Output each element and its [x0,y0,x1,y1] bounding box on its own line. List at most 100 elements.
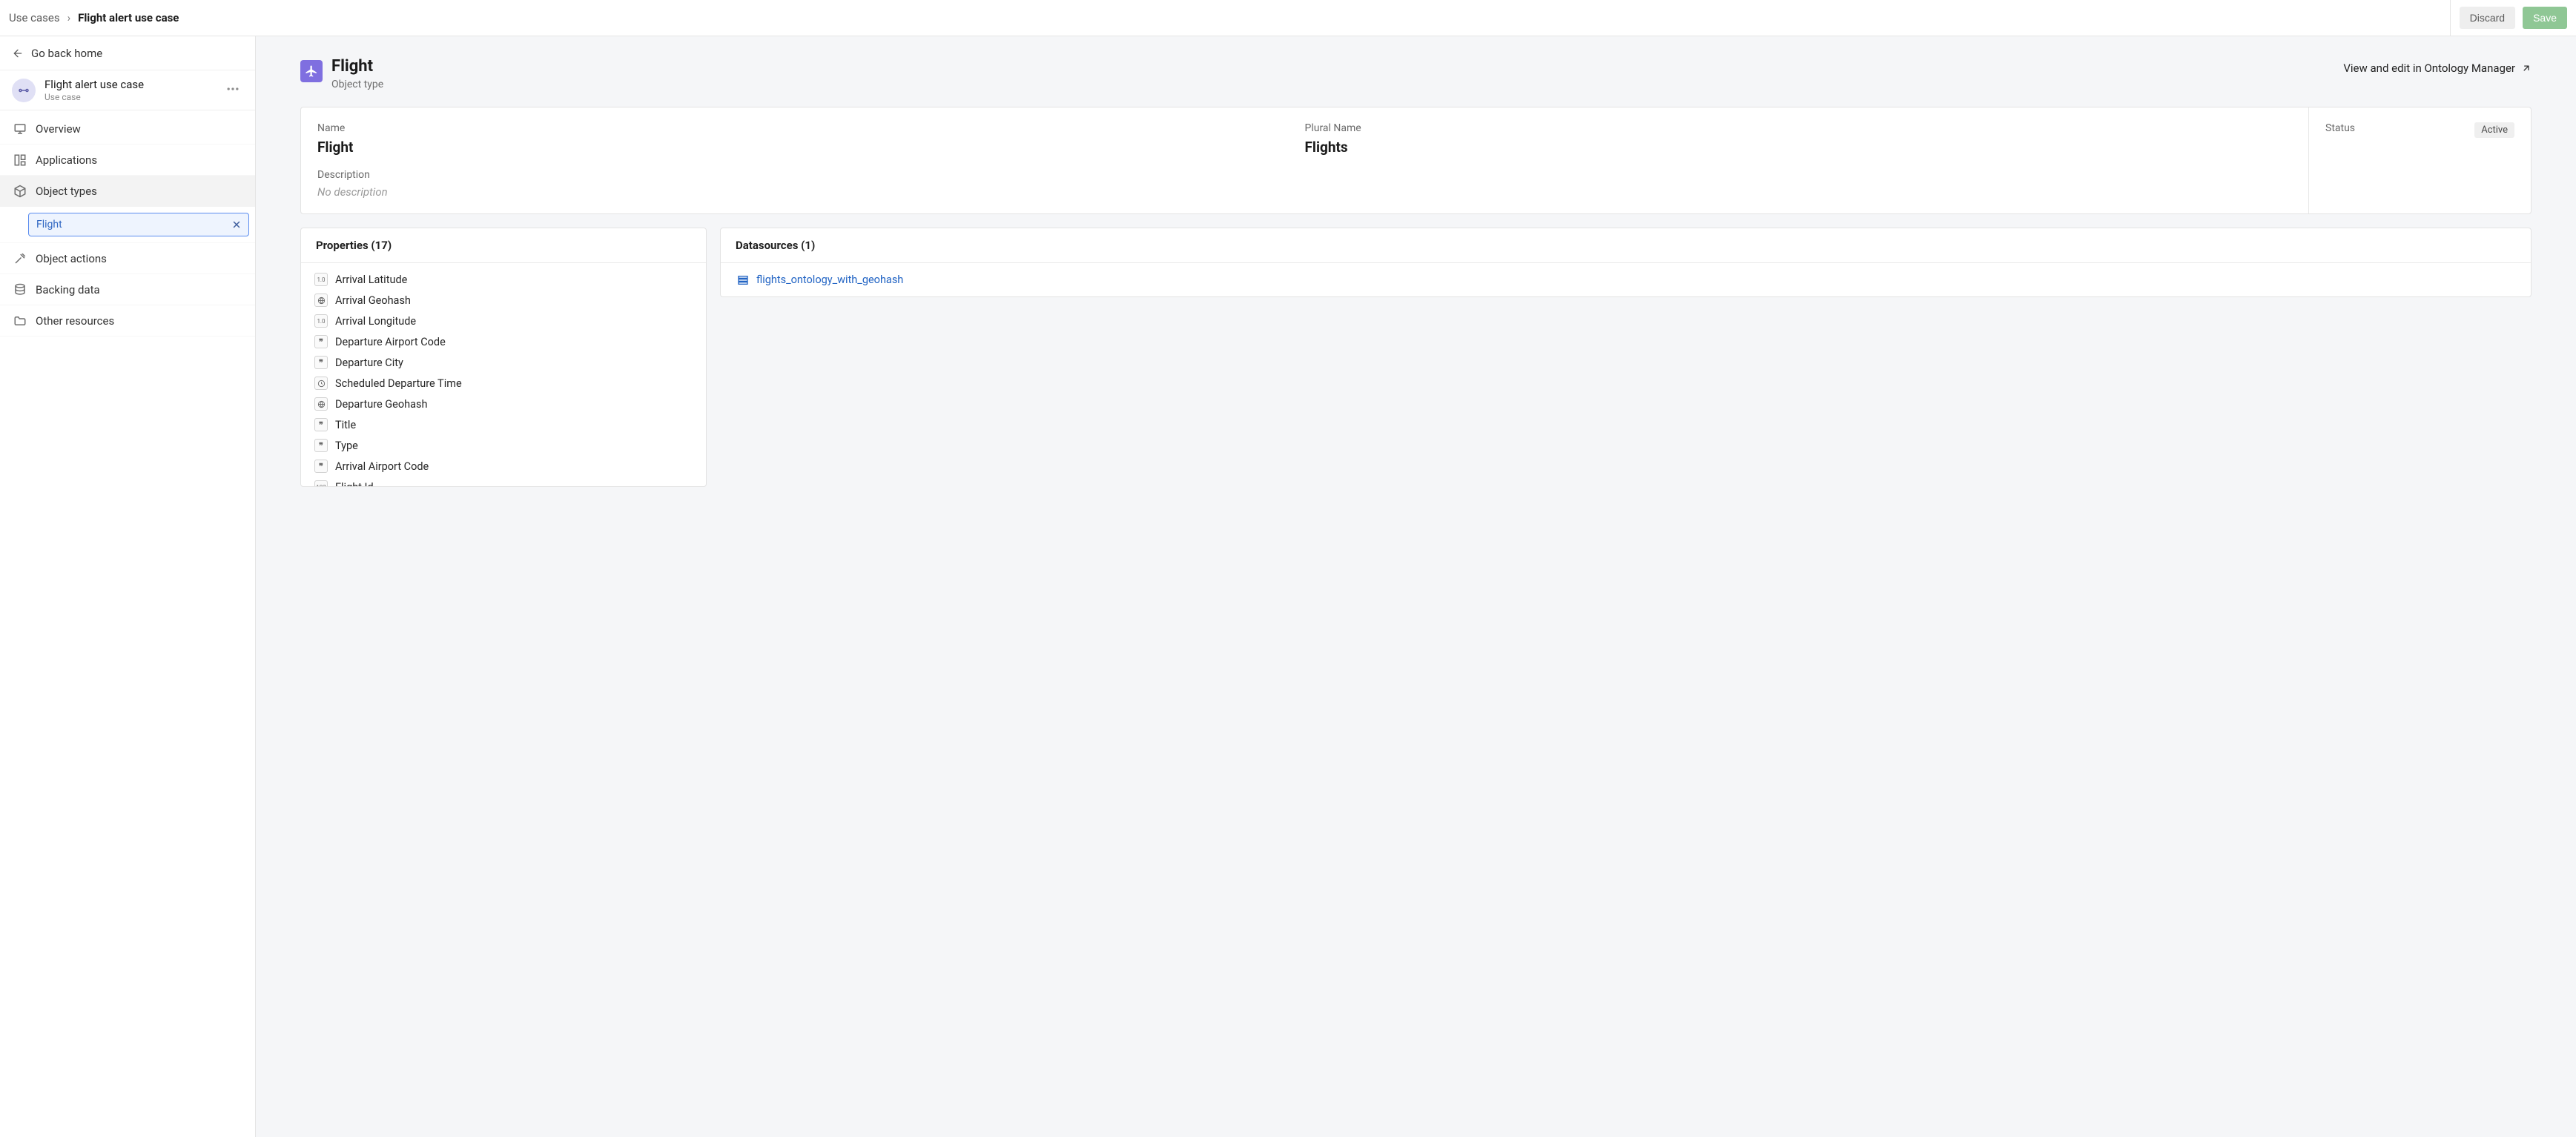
properties-list: 1.0 Arrival Latitude Arrival Geohash 1.0 Arr… [301,263,706,486]
property-label: Departure Geohash [335,398,427,411]
nav-label: Overview [36,122,81,136]
sidebar-item-other-resources[interactable]: Other resources [0,305,255,337]
name-value: Flight [317,139,1305,156]
usecase-menu-button[interactable] [222,79,243,102]
sidebar-item-applications[interactable]: Applications [0,145,255,176]
applications-icon [13,153,27,167]
plural-name-value: Flights [1305,139,2293,156]
breadcrumb-root[interactable]: Use cases [9,11,60,24]
discard-button[interactable]: Discard [2460,7,2515,29]
go-back-label: Go back home [31,47,102,60]
property-label: Title [335,419,356,431]
close-icon [232,220,241,229]
sidebar-item-backing-data[interactable]: Backing data [0,274,255,305]
property-label: Arrival Longitude [335,315,416,328]
object-types-children: Flight [0,207,255,243]
properties-panel: Properties (17) 1.0 Arrival Latitude Arriv… [300,228,707,487]
meta-name-block: Name Flight [317,122,1305,156]
usecase-avatar-icon [12,79,36,102]
int-type-icon: 123 [314,480,328,486]
nav-label: Other resources [36,314,114,328]
status-badge: Active [2474,122,2514,138]
properties-header: Properties (17) [301,228,706,263]
object-type-chip-flight[interactable]: Flight [28,213,249,236]
nav-label: Object types [36,185,97,198]
property-row[interactable]: Departure Geohash [310,394,697,414]
page-subtitle: Object type [331,79,383,90]
folder-icon [13,314,27,328]
more-horizontal-icon [225,82,240,96]
main-content: Flight Object type View and edit in Onto… [256,36,2576,1137]
breadcrumb: Use cases › Flight alert use case [9,11,179,24]
property-row[interactable]: ❞ Type [310,435,697,456]
usecase-subtitle: Use case [44,92,214,102]
property-row[interactable]: 1.0 Arrival Latitude [310,269,697,290]
datasources-header: Datasources (1) [721,228,2531,263]
string-type-icon: ❞ [314,335,328,348]
sidebar-nav: Overview Applications Object types [0,110,255,337]
property-label: Flight Id [335,481,374,487]
dataset-icon [737,274,749,286]
description-label: Description [317,169,2292,181]
geo-type-icon [314,397,328,411]
object-meta-panel: Name Flight Plural Name Flights Descript… [300,107,2532,214]
float-type-icon: 1.0 [314,273,328,286]
geo-type-icon [314,294,328,307]
property-label: Type [335,440,358,452]
property-row[interactable]: ❞ Arrival Airport Code [310,456,697,477]
property-row[interactable]: 1.0 Arrival Longitude [310,311,697,331]
breadcrumb-separator: › [67,11,71,24]
ontology-manager-link[interactable]: View and edit in Ontology Manager [2343,57,2532,75]
property-label: Departure Airport Code [335,336,446,348]
sidebar-item-object-actions[interactable]: Object actions [0,243,255,274]
meta-status-block: Status Active [2308,107,2531,213]
datasource-row: flights_ontology_with_geohash [730,269,2522,291]
usecase-header: Flight alert use case Use case [0,70,255,110]
go-back-link[interactable]: Go back home [0,36,255,70]
string-type-icon: ❞ [314,460,328,473]
datasources-panel: Datasources (1) flights_ontology_with_ge… [720,228,2532,297]
breadcrumb-current: Flight alert use case [78,11,179,24]
property-row[interactable]: ❞ Departure City [310,352,697,373]
sidebar-item-object-types[interactable]: Object types [0,176,255,207]
float-type-icon: 1.0 [314,314,328,328]
monitor-icon [13,122,27,136]
datasources-list: flights_ontology_with_geohash [721,263,2531,296]
database-icon [13,283,27,296]
arrow-left-icon [12,47,24,59]
topbar-actions: Discard Save [2450,0,2567,36]
property-row[interactable]: Arrival Geohash [310,290,697,311]
property-label: Arrival Airport Code [335,460,429,473]
property-row[interactable]: ❞ Departure Airport Code [310,331,697,352]
property-row[interactable]: Scheduled Departure Time [310,373,697,394]
airplane-icon [300,60,323,82]
ontology-link-label: View and edit in Ontology Manager [2343,62,2515,75]
string-type-icon: ❞ [314,356,328,369]
object-type-chip-label: Flight [36,219,62,231]
property-row[interactable]: 123 Flight Id [310,477,697,486]
sidebar-item-overview[interactable]: Overview [0,113,255,145]
time-type-icon [314,377,328,390]
string-type-icon: ❞ [314,439,328,452]
status-label: Status [2325,122,2355,134]
chip-remove-button[interactable] [232,220,241,229]
meta-description-block: Description No description [317,169,2292,199]
external-link-icon [2521,63,2532,73]
property-label: Departure City [335,357,403,369]
page-title: Flight [331,57,383,76]
datasource-link[interactable]: flights_ontology_with_geohash [756,274,903,286]
property-label: Scheduled Departure Time [335,377,462,390]
plural-name-label: Plural Name [1305,122,2293,134]
topbar: Use cases › Flight alert use case Discar… [0,0,2576,36]
property-label: Arrival Latitude [335,274,407,286]
nav-label: Backing data [36,283,100,296]
nav-label: Object actions [36,252,107,265]
description-value: No description [317,185,2292,199]
actions-icon [13,252,27,265]
property-row[interactable]: ❞ Title [310,414,697,435]
string-type-icon: ❞ [314,418,328,431]
cube-icon [13,185,27,198]
sidebar: Go back home Flight alert use case Use c… [0,36,256,1137]
save-button[interactable]: Save [2523,7,2567,29]
property-label: Arrival Geohash [335,294,411,307]
